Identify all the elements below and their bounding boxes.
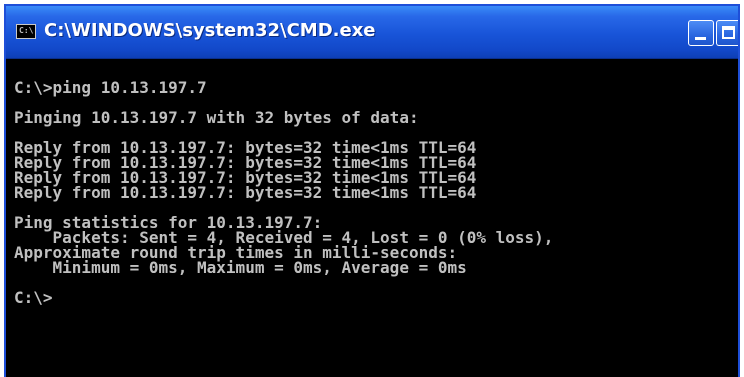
console-icon-label: C:\ <box>19 26 34 35</box>
minimize-icon <box>695 37 706 40</box>
window-title: C:\WINDOWS\system32\CMD.exe <box>44 20 376 41</box>
console-line: Reply from 10.13.197.7: bytes=32 time<1m… <box>14 183 477 202</box>
maximize-icon <box>722 26 735 39</box>
minimize-button[interactable] <box>688 20 714 46</box>
console-line: Minimum = 0ms, Maximum = 0ms, Average = … <box>14 258 467 277</box>
console-icon[interactable]: C:\ <box>16 24 36 39</box>
maximize-button[interactable] <box>716 20 738 46</box>
console-prompt[interactable]: C:\> <box>14 290 553 306</box>
console-line: C:\>ping 10.13.197.7 <box>14 78 207 97</box>
console-lines: C:\>ping 10.13.197.7 Pinging 10.13.197.7… <box>14 65 553 306</box>
cmd-window: C:\ C:\WINDOWS\system32\CMD.exe C:\>ping… <box>4 4 740 377</box>
console-line: Pinging 10.13.197.7 with 32 bytes of dat… <box>14 108 419 127</box>
console-output[interactable]: C:\>ping 10.13.197.7 Pinging 10.13.197.7… <box>6 59 738 377</box>
title-bar[interactable]: C:\ C:\WINDOWS\system32\CMD.exe <box>6 6 738 59</box>
